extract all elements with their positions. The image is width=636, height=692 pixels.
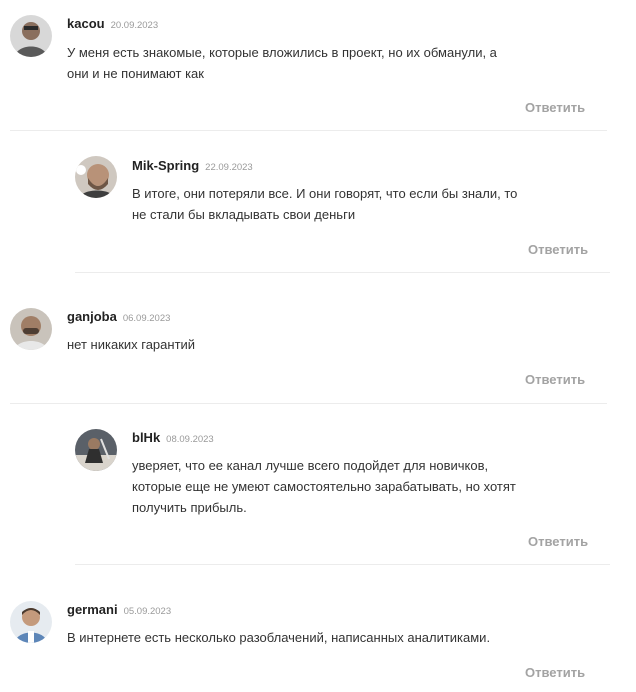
- comment-date: 22.09.2023: [205, 162, 253, 173]
- user-avatar[interactable]: [75, 429, 117, 471]
- comment-date: 05.09.2023: [123, 606, 172, 617]
- comment-text: нет никаких гарантий: [67, 337, 196, 352]
- comment-text: В интернете есть несколько разоблачений,…: [67, 630, 491, 645]
- comment-author[interactable]: blHk 08.09.2023: [132, 430, 214, 445]
- user-avatar[interactable]: [10, 308, 52, 350]
- comment-author[interactable]: Mik-Spring 22.09.2023: [132, 158, 253, 173]
- comment-date: 20.09.2023: [110, 20, 159, 31]
- comment-text: У меня есть знакомые, которые вложились …: [67, 45, 497, 81]
- comment: ganjoba 06.09.2023 нет никаких гарантий О…: [0, 273, 636, 403]
- reply-button[interactable]: Ответить: [525, 100, 585, 115]
- reply-button[interactable]: Ответить: [525, 665, 585, 680]
- comment: kacou 20.09.2023 У меня есть знакомые, ко…: [0, 0, 636, 130]
- comment-text: уверяет, что ее канал лучше всего подойд…: [132, 458, 516, 515]
- comment-author[interactable]: ganjoba 06.09.2023: [67, 309, 170, 324]
- user-avatar[interactable]: [10, 15, 52, 57]
- user-photo-icon: [10, 15, 52, 57]
- comment-author[interactable]: kacou 20.09.2023: [67, 16, 158, 31]
- reply-button[interactable]: Ответить: [528, 534, 588, 549]
- comment-reply: blHk 08.09.2023 уверяет, что ее канал луч…: [0, 404, 636, 564]
- reply-button[interactable]: Ответить: [525, 372, 585, 387]
- user-avatar[interactable]: [10, 601, 52, 643]
- comment-date: 08.09.2023: [166, 434, 214, 445]
- user-avatar[interactable]: [75, 156, 117, 198]
- user-photo-icon: [75, 156, 117, 198]
- reply-button[interactable]: Ответить: [528, 242, 588, 257]
- user-photo-icon: [10, 601, 52, 643]
- comment-author[interactable]: germani 05.09.2023: [67, 602, 171, 617]
- user-photo-icon: [10, 308, 52, 350]
- comment: germani 05.09.2023 В интернете есть неско…: [0, 565, 636, 692]
- comment-text: В итоге, они потеряли все. И они говорят…: [132, 186, 518, 222]
- comment-reply: Mik-Spring 22.09.2023 В итоге, они потеря…: [0, 131, 636, 272]
- comment-date: 06.09.2023: [122, 313, 171, 324]
- user-photo-icon: [75, 429, 117, 471]
